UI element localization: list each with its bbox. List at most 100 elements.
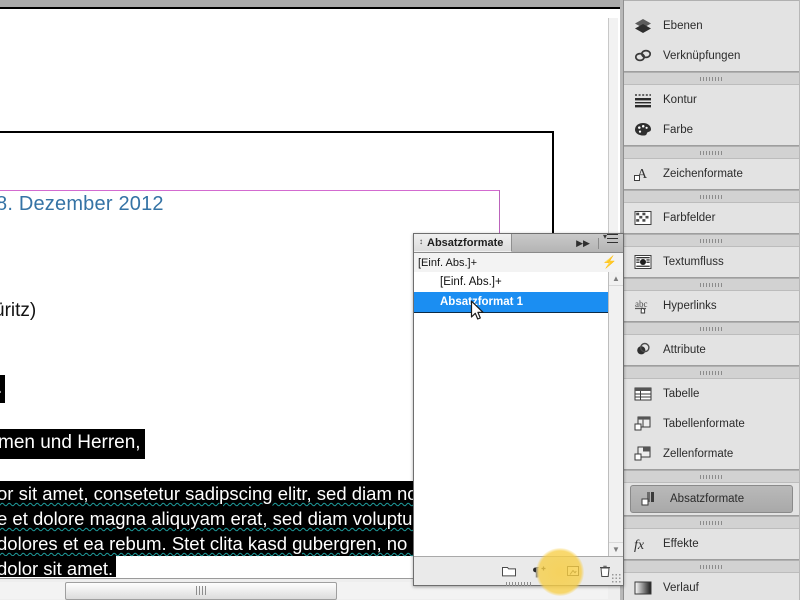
swatches-icon <box>632 208 654 228</box>
tab-absatzformate[interactable]: ↕ Absatzformate <box>414 234 512 252</box>
dock-item-label: Kontur <box>663 94 697 106</box>
triangle-up-icon[interactable]: ▲ <box>609 272 623 286</box>
margin-guide-horizontal <box>0 190 500 191</box>
style-list-item[interactable]: Absatzformat 1 <box>414 292 609 313</box>
dock-group-drag-handle[interactable] <box>624 279 799 291</box>
dock-group: Kontur Farbe <box>624 72 799 146</box>
character-styles-icon: A <box>632 164 654 184</box>
new-style-icon[interactable] <box>565 563 581 579</box>
style-list-rows[interactable]: [Einf. Abs.]+Absatzformat 1 <box>414 272 609 556</box>
cell-styles-icon <box>632 444 654 464</box>
panel-footer-toolbar[interactable]: ¶ <box>414 557 623 585</box>
paragraph-line: dolores et ea rebum. Stet clita kasd gub… <box>0 531 418 556</box>
text-wrap-icon <box>632 252 654 272</box>
dock-item-absatzformate[interactable]: Absatzformate <box>630 485 793 513</box>
gradient-icon <box>632 578 654 598</box>
dock-item-label: Zeichenformate <box>663 168 743 180</box>
dock-item-label: Farbfelder <box>663 212 715 224</box>
dock-group: abcHyperlinks <box>624 278 799 322</box>
dock-group-drag-handle[interactable] <box>624 471 799 483</box>
dock-group: Textumfluss <box>624 234 799 278</box>
dock-item-zeichenformate[interactable]: A Zeichenformate <box>624 159 799 189</box>
document-date-text: 8. Dezember 2012 <box>0 193 164 216</box>
tab-label: Absatzformate <box>427 237 503 249</box>
folder-icon[interactable] <box>501 563 517 579</box>
panel-dock-inner: Seiten Ebenen Verknüpfungen Kontur Farbe A Zei… <box>623 0 799 600</box>
panel-menu-caret-icon[interactable]: ▾ <box>603 233 607 251</box>
dock-group: Tabelle Tabellenformate Zellenformate <box>624 366 799 470</box>
dock-item-label: Absatzformate <box>670 493 744 505</box>
layers-icon <box>632 16 654 36</box>
dock-item-verkn-pfungen[interactable]: Verknüpfungen <box>624 41 799 71</box>
dock-group-drag-handle[interactable] <box>624 73 799 85</box>
dock-item-farbfelder[interactable]: Farbfelder <box>624 203 799 233</box>
horizontal-scroll-thumb[interactable] <box>65 582 337 600</box>
dock-item-tabelle[interactable]: Tabelle <box>624 379 799 409</box>
paragraph-styles-panel[interactable]: ↕ Absatzformate ▶▶ ▾ [Einf. Abs.]+ ⚡ [Ei… <box>413 233 624 586</box>
dock-item-seiten[interactable]: Seiten <box>624 0 799 11</box>
lightning-bolt-icon[interactable]: ⚡ <box>602 256 617 268</box>
dock-group-drag-handle[interactable] <box>624 517 799 529</box>
dock-item-label: Verknüpfungen <box>663 50 740 62</box>
dock-item-tabellenformate[interactable]: Tabellenformate <box>624 409 799 439</box>
dock-group: Absatzformate <box>624 470 799 516</box>
dock-group-drag-handle[interactable] <box>624 367 799 379</box>
svg-text:¶: ¶ <box>533 564 539 579</box>
dock-item-label: Attribute <box>663 344 706 356</box>
panel-dock: Seiten Ebenen Verknüpfungen Kontur Farbe A Zei… <box>620 0 800 600</box>
stroke-icon <box>632 90 654 110</box>
dock-item-label: Hyperlinks <box>663 300 717 312</box>
dock-item-hyperlinks[interactable]: abcHyperlinks <box>624 291 799 321</box>
paragraph-styles-icon <box>639 489 661 509</box>
dock-item-label: Ebenen <box>663 20 703 32</box>
dock-group: Verlauf <box>624 560 799 600</box>
resize-grip-icon[interactable] <box>611 573 621 583</box>
dock-group: Seiten Ebenen Verknüpfungen <box>624 0 799 72</box>
color-palette-icon <box>632 120 654 140</box>
dock-item-zellenformate[interactable]: Zellenformate <box>624 439 799 469</box>
document-selected-paragraph: or sit amet, consetetur sadipscing elitr… <box>0 481 418 577</box>
style-list[interactable]: [Einf. Abs.]+Absatzformat 1 ▲ ▼ <box>414 272 623 557</box>
paragraph-line: or sit amet, consetetur sadipscing elitr… <box>0 481 418 506</box>
dock-group: Attribute <box>624 322 799 366</box>
paragraph-line: dolor sit amet. <box>0 556 116 577</box>
document-selected-salutation: men und Herren, <box>0 429 145 459</box>
current-style-bar[interactable]: [Einf. Abs.]+ ⚡ <box>414 253 623 273</box>
panel-menu-icon[interactable] <box>607 234 618 243</box>
dock-group-drag-handle[interactable] <box>624 235 799 247</box>
dock-item-label: Farbe <box>663 124 693 136</box>
dock-item-kontur[interactable]: Kontur <box>624 85 799 115</box>
document-top-bar <box>0 0 620 7</box>
svg-text:fx: fx <box>634 538 645 553</box>
document-muritz-text: üritz) <box>0 300 36 322</box>
table-styles-icon <box>632 414 654 434</box>
pilcrow-plus-icon[interactable]: ¶ <box>533 563 549 579</box>
dock-item-label: Verlauf <box>663 582 699 594</box>
attributes-icon <box>632 340 654 360</box>
panel-vertical-scrollbar[interactable]: ▲ ▼ <box>608 272 623 556</box>
dock-item-attribute[interactable]: Attribute <box>624 335 799 365</box>
panel-bottom-grip[interactable] <box>506 582 532 586</box>
dock-item-ebenen[interactable]: Ebenen <box>624 11 799 41</box>
effects-fx-icon: fx <box>632 534 654 554</box>
double-chevron-right-icon[interactable]: ▶▶ <box>576 234 594 252</box>
text-frame-top-edge <box>0 131 554 133</box>
dock-item-label: Tabelle <box>663 388 699 400</box>
dock-group-drag-handle[interactable] <box>624 323 799 335</box>
dock-group-drag-handle[interactable] <box>624 561 799 573</box>
dock-group-drag-handle[interactable] <box>624 191 799 203</box>
current-style-label: [Einf. Abs.]+ <box>418 257 477 269</box>
indesign-window: 8. Dezember 2012 üritz) . men und Herren… <box>0 0 800 600</box>
dock-item-effekte[interactable]: fxEffekte <box>624 529 799 559</box>
dock-item-farbe[interactable]: Farbe <box>624 115 799 145</box>
panel-tab-bar[interactable]: ↕ Absatzformate ▶▶ ▾ <box>414 234 623 253</box>
dock-item-textumfluss[interactable]: Textumfluss <box>624 247 799 277</box>
dock-item-label: Tabellenformate <box>663 418 745 430</box>
table-icon <box>632 384 654 404</box>
dock-item-verlauf[interactable]: Verlauf <box>624 573 799 600</box>
dock-group-drag-handle[interactable] <box>624 147 799 159</box>
links-icon <box>632 46 654 66</box>
tab-bar-divider <box>598 238 599 249</box>
style-list-item[interactable]: [Einf. Abs.]+ <box>414 272 609 292</box>
triangle-down-icon[interactable]: ▼ <box>609 542 623 556</box>
